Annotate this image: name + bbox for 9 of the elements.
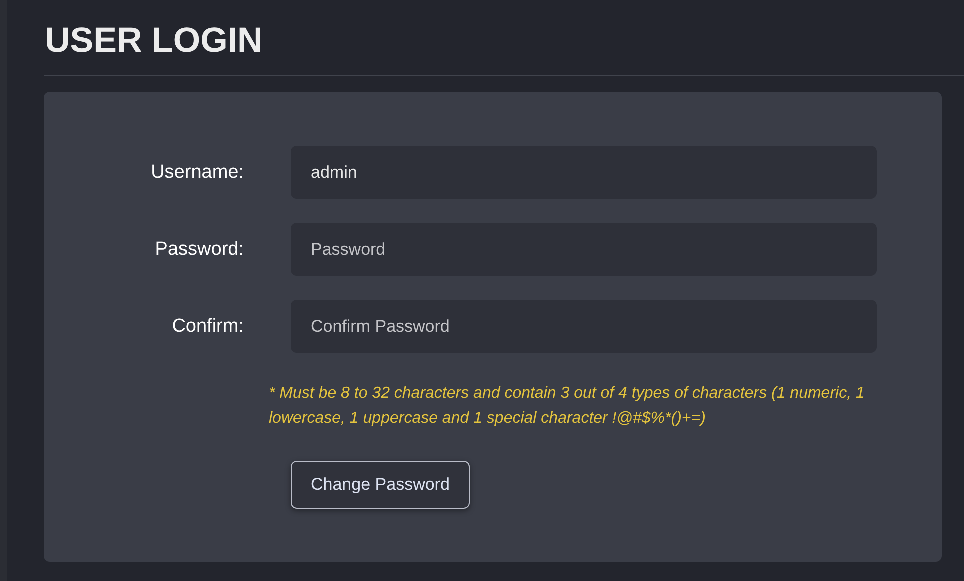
password-hint: * Must be 8 to 32 characters and contain 3 out of 4 types of characters (1 numeric, 1 lowercase, 1 uppercase and 1 special character !@#$%*()+=) <box>269 384 866 429</box>
change-password-button[interactable]: Change Password <box>291 461 470 509</box>
input-field[interactable]: Password <box>291 223 877 276</box>
field-label: Password: <box>154 238 244 260</box>
input-field[interactable]: Confirm Password <box>291 300 877 353</box>
page-title: USER LOGIN <box>45 20 264 62</box>
input-field[interactable]: admin <box>291 146 877 199</box>
field-label: Username: <box>150 162 244 184</box>
field-label: Confirm: <box>171 316 244 338</box>
